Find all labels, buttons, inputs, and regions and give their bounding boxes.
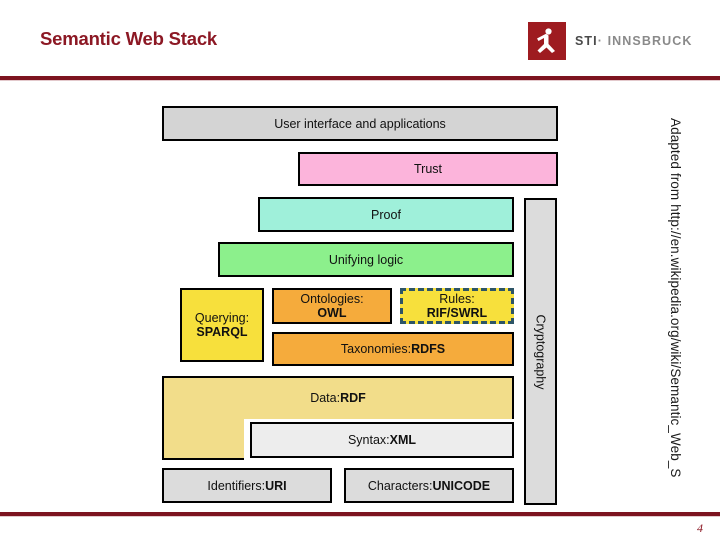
stack-layer-value: OWL xyxy=(317,306,347,320)
stack-layer-value: RIF/SWRL xyxy=(426,306,488,320)
stack-layer-querying-sparql[interactable]: Querying: SPARQL xyxy=(180,288,264,362)
stack-layer-syntax-xml[interactable]: Syntax: XML xyxy=(250,422,514,458)
stack-layer-label-wrap: Data: RDF xyxy=(162,376,514,419)
stack-layer-value: UNICODE xyxy=(432,478,491,493)
stack-layer-value: URI xyxy=(265,478,287,493)
footer-divider xyxy=(0,512,720,517)
sti-person-icon xyxy=(528,22,566,60)
stack-layer-label: Ontologies: xyxy=(300,292,364,306)
source-attribution: Adapted from http://en.wikipedia.org/wik… xyxy=(668,118,683,478)
page-number: 4 xyxy=(697,521,703,535)
stack-layer-cryptography[interactable]: Cryptography xyxy=(524,198,557,505)
stack-layer-value: XML xyxy=(389,433,417,447)
logo-separator: · xyxy=(597,34,604,48)
stack-layer-value: SPARQL xyxy=(196,325,248,339)
stack-layer-label: Querying: xyxy=(194,311,250,325)
logo-wordmark: STI· INNSBRUCK xyxy=(575,34,693,48)
stack-layer-value: RDF xyxy=(340,390,366,405)
stack-layer-value: RDFS xyxy=(411,342,446,356)
stack-layer-label: Taxonomies: xyxy=(340,342,412,356)
stack-layer-identifiers-uri[interactable]: Identifiers: URI xyxy=(162,468,332,503)
stack-layer-rules-rif-swrl[interactable]: Rules: RIF/SWRL xyxy=(400,288,514,324)
stack-layer-ontologies-owl[interactable]: Ontologies: OWL xyxy=(272,288,392,324)
page-title: Semantic Web Stack xyxy=(40,28,218,49)
stack-layer-proof[interactable]: Proof xyxy=(258,197,514,232)
stack-layer-label: Rules: xyxy=(439,292,475,306)
stack-layer-label: Unifying logic xyxy=(328,252,404,267)
stack-layer-unifying-logic[interactable]: Unifying logic xyxy=(218,242,514,277)
header-divider xyxy=(0,76,720,81)
stack-layer-label: Characters: xyxy=(367,478,433,493)
stack-layer-label: Cryptography xyxy=(533,313,548,390)
stack-layer-label: Syntax: xyxy=(347,433,390,447)
stack-layer-label: Identifiers: xyxy=(207,478,266,493)
stack-layer-trust[interactable]: Trust xyxy=(298,152,558,186)
stack-layer-label: User interface and applications xyxy=(274,116,446,131)
sti-innsbruck-logo: STI· INNSBRUCK xyxy=(528,22,693,60)
stack-layer-characters-unicode[interactable]: Characters: UNICODE xyxy=(344,468,514,503)
logo-sti-text: STI xyxy=(575,34,598,48)
stack-layer-user-interface[interactable]: User interface and applications xyxy=(162,106,558,141)
stack-layer-label: Data: xyxy=(310,390,341,405)
stack-layer-label: Trust xyxy=(413,162,442,176)
stack-layer-label: Proof xyxy=(371,207,401,222)
logo-innsbruck-text: INNSBRUCK xyxy=(607,34,693,48)
stack-layer-taxonomies-rdfs[interactable]: Taxonomies: RDFS xyxy=(272,332,514,366)
semantic-web-stack-diagram: User interface and applications Trust Pr… xyxy=(0,0,720,540)
